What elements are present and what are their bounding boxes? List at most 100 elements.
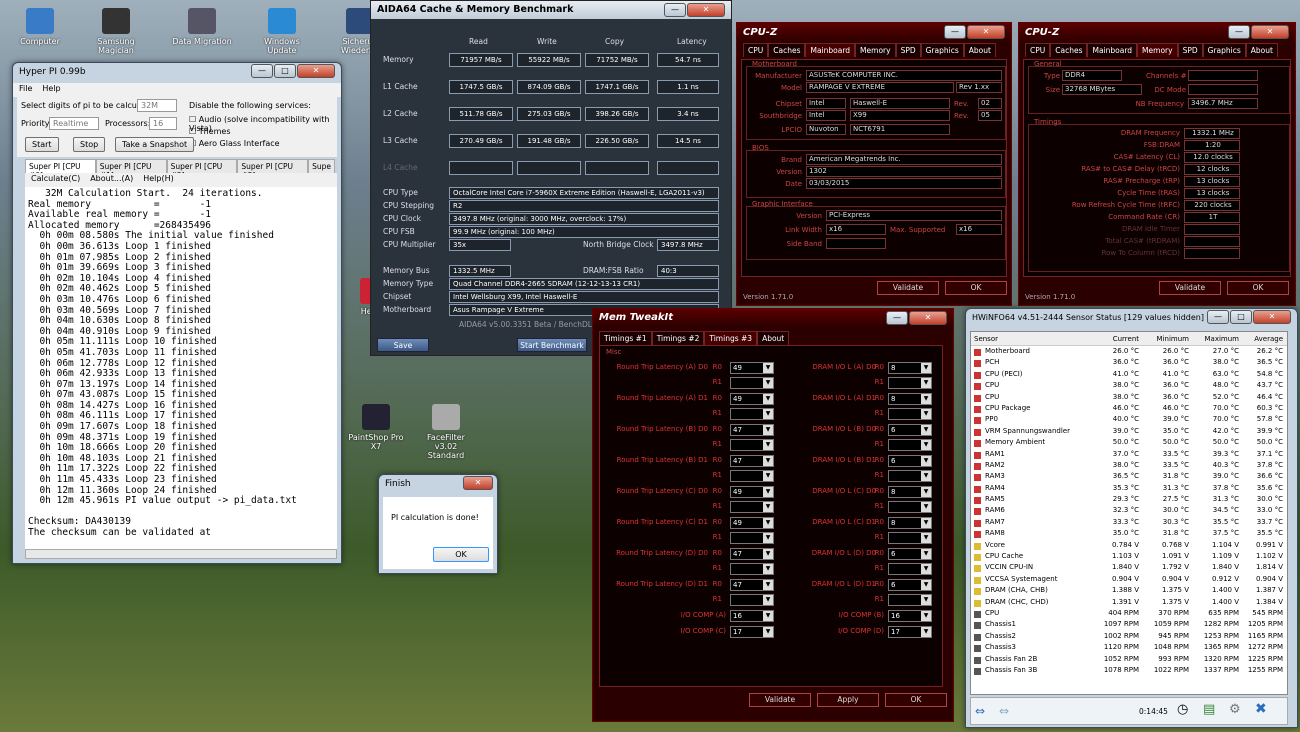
rtl-r1-select[interactable]: ▼	[730, 439, 774, 451]
aida64-window[interactable]: AIDA64 Cache & Memory Benchmark — ✕ Read W…	[370, 0, 732, 356]
aida-save-button[interactable]: Save	[377, 338, 429, 352]
check-themes[interactable]: ☐ Themes	[189, 127, 230, 136]
snapshot-button[interactable]: Take a Snapshot	[115, 137, 195, 152]
cpuz-mainboard-window[interactable]: CPU-Z — ✕ CPU Caches Mainboard Memory SPD Grap…	[736, 22, 1012, 306]
tab-caches[interactable]: Caches	[768, 43, 806, 57]
io-comp-select[interactable]: 17 ▼	[888, 626, 932, 638]
mti-validate-button[interactable]: Validate	[749, 693, 811, 707]
tab-timings-2[interactable]: Timings #2	[651, 331, 705, 345]
dram-io-r0-select[interactable]: 6 ▼	[888, 579, 932, 591]
dram-io-r1-select[interactable]: ▼	[888, 408, 932, 420]
maximize-button[interactable]: □	[274, 64, 296, 78]
dram-io-r0-select[interactable]: 8 ▼	[888, 393, 932, 405]
table-row[interactable]: Chassis1 1097 RPM 1059 RPM 1282 RPM 1205 RPM	[971, 619, 1287, 630]
priority-select[interactable]: Realtime	[49, 117, 99, 130]
desktop-icon-0[interactable]: Computer	[10, 8, 70, 46]
hw-minimize-button[interactable]: —	[1207, 310, 1229, 324]
table-row[interactable]: CPU Cache 1.103 V 1.091 V 1.109 V 1.102 V	[971, 551, 1287, 562]
dram-io-r1-select[interactable]: ▼	[888, 377, 932, 389]
cpuz2-validate-button[interactable]: Validate	[1159, 281, 1221, 295]
stop-button[interactable]: Stop	[73, 137, 106, 152]
sensor-table[interactable]: Sensor Current Minimum Maximum Average Mother…	[970, 331, 1288, 695]
rtl-r0-select[interactable]: 49 ▼	[730, 362, 774, 374]
table-row[interactable]: Chassis Fan 2B 1052 RPM 993 RPM 1320 RPM 122…	[971, 654, 1287, 665]
aida-close-button[interactable]: ✕	[687, 3, 725, 17]
hyperpi-window[interactable]: Hyper PI 0.99b — □ ✕ File Help Select digi…	[12, 62, 342, 564]
table-row[interactable]: RAM8 35.0 °C 31.8 °C 37.5 °C 35.5 °C	[971, 528, 1287, 539]
table-row[interactable]: CPU 404 RPM 370 RPM 635 RPM 545 RPM	[971, 608, 1287, 619]
table-row[interactable]: RAM1 37.0 °C 33.5 °C 39.3 °C 37.1 °C	[971, 449, 1287, 460]
mti-minimize-button[interactable]: —	[886, 311, 908, 325]
table-row[interactable]: VCCIN CPU-IN 1.840 V 1.792 V 1.840 V 1.814 V	[971, 562, 1287, 573]
cpuz1-ok-button[interactable]: OK	[945, 281, 1007, 295]
dram-io-r1-select[interactable]: ▼	[888, 470, 932, 482]
table-row[interactable]: RAM7 33.3 °C 30.3 °C 35.5 °C 33.7 °C	[971, 517, 1287, 528]
processors-select[interactable]: 16	[149, 117, 177, 130]
desktop-icon-5[interactable]: PaintShop Pro X7	[346, 404, 406, 451]
check-aero[interactable]: ☐ Aero Glass Interface	[189, 139, 280, 148]
table-row[interactable]: RAM5 29.3 °C 27.5 °C 31.3 °C 30.0 °C	[971, 494, 1287, 505]
tab-about[interactable]: About	[1245, 43, 1278, 57]
table-row[interactable]: Motherboard 26.0 °C 26.0 °C 27.0 °C 26.2 °C	[971, 346, 1287, 357]
table-row[interactable]: RAM3 36.5 °C 31.8 °C 39.0 °C 36.6 °C	[971, 471, 1287, 482]
rtl-r0-select[interactable]: 47 ▼	[730, 424, 774, 436]
menu-calculate[interactable]: Calculate(C)	[31, 174, 80, 186]
column-header[interactable]: Maximum	[1189, 332, 1240, 345]
rtl-r1-select[interactable]: ▼	[730, 532, 774, 544]
io-comp-select[interactable]: 17 ▼	[730, 626, 774, 638]
column-header[interactable]: Current	[1089, 332, 1139, 345]
arrows-icon[interactable]: ⇔	[975, 704, 985, 718]
io-comp-select[interactable]: 16 ▼	[730, 610, 774, 622]
rtl-r1-select[interactable]: ▼	[730, 501, 774, 513]
table-row[interactable]: PCH 36.0 °C 36.0 °C 38.0 °C 36.5 °C	[971, 357, 1287, 368]
close-button[interactable]: ✕	[297, 64, 335, 78]
table-row[interactable]: RAM6 32.3 °C 30.0 °C 34.5 °C 33.0 °C	[971, 505, 1287, 516]
finish-ok-button[interactable]: OK	[433, 547, 489, 562]
hw-close-button[interactable]: ✕	[1253, 310, 1291, 324]
finish-dialog[interactable]: Finish ✕ PI calculation is done! OK	[378, 474, 498, 574]
menu-file[interactable]: File	[19, 84, 32, 96]
cpuz1-validate-button[interactable]: Validate	[877, 281, 939, 295]
mti-ok-button[interactable]: OK	[885, 693, 947, 707]
dram-io-r0-select[interactable]: 8 ▼	[888, 362, 932, 374]
column-header[interactable]: Sensor	[971, 332, 1089, 345]
table-row[interactable]: DRAM (CHC, CHD) 1.391 V 1.375 V 1.400 V 1.38…	[971, 597, 1287, 608]
tab-about[interactable]: About	[963, 43, 996, 57]
memtweakit-window[interactable]: Mem TweakIt — ✕ Timings #1 Timings #2 Timin…	[592, 308, 954, 722]
tab-mainboard[interactable]: Mainboard	[1087, 43, 1138, 57]
table-row[interactable]: CPU 38.0 °C 36.0 °C 52.0 °C 46.4 °C	[971, 392, 1287, 403]
table-row[interactable]: Chassis2 1002 RPM 945 RPM 1253 RPM 1165 RPM	[971, 631, 1287, 642]
dram-io-r1-select[interactable]: ▼	[888, 563, 932, 575]
rtl-r1-select[interactable]: ▼	[730, 594, 774, 606]
clock-icon[interactable]: ◷	[1177, 702, 1188, 717]
settings-icon[interactable]: ⚙	[1229, 702, 1241, 717]
mti-close-button[interactable]: ✕	[909, 311, 947, 325]
tab-timings-3[interactable]: Timings #3	[704, 331, 758, 345]
table-row[interactable]: Chassis3 1120 RPM 1048 RPM 1365 RPM 1272 RPM	[971, 642, 1287, 653]
tab-caches[interactable]: Caches	[1050, 43, 1088, 57]
menu-help[interactable]: Help	[42, 84, 60, 96]
rtl-r0-select[interactable]: 49 ▼	[730, 517, 774, 529]
dram-io-r1-select[interactable]: ▼	[888, 532, 932, 544]
tab-cpu[interactable]: CPU	[1025, 43, 1051, 57]
cpuz-memory-window[interactable]: CPU-Z — ✕ CPU Caches Mainboard Memory SPD Grap…	[1018, 22, 1296, 306]
rtl-r1-select[interactable]: ▼	[730, 377, 774, 389]
report-icon[interactable]: ▤	[1203, 702, 1215, 717]
close-x-icon[interactable]: ✖	[1255, 701, 1267, 717]
desktop-icon-2[interactable]: Data Migration	[172, 8, 232, 46]
horizontal-scrollbar[interactable]	[25, 549, 337, 559]
table-row[interactable]: Chassis Fan 3B 1078 RPM 1022 RPM 1337 RPM 12…	[971, 665, 1287, 676]
table-row[interactable]: CPU (PECI) 41.0 °C 41.0 °C 63.0 °C 54.8 °C	[971, 369, 1287, 380]
table-row[interactable]: Memory Ambient 50.0 °C 50.0 °C 50.0 °C 50.0 …	[971, 437, 1287, 448]
table-row[interactable]: VRM Spannungswandler 39.0 °C 35.0 °C 42.0 °…	[971, 426, 1287, 437]
dram-io-r0-select[interactable]: 6 ▼	[888, 424, 932, 436]
table-row[interactable]: VCCSA Systemagent 0.904 V 0.904 V 0.912 V 0.…	[971, 574, 1287, 585]
hwinfo-window[interactable]: HWiNFO64 v4.51-2444 Sensor Status [129 v…	[965, 308, 1298, 728]
cpuz1-close-button[interactable]: ✕	[967, 25, 1005, 39]
menu-help-h[interactable]: Help(H)	[143, 174, 174, 186]
table-row[interactable]: DRAM (CHA, CHB) 1.388 V 1.375 V 1.400 V 1.38…	[971, 585, 1287, 596]
column-header[interactable]: Average	[1239, 332, 1287, 345]
table-row[interactable]: Vcore 0.784 V 0.768 V 1.104 V 0.991 V	[971, 540, 1287, 551]
dram-io-r1-select[interactable]: ▼	[888, 501, 932, 513]
tab-cpu[interactable]: CPU	[743, 43, 769, 57]
